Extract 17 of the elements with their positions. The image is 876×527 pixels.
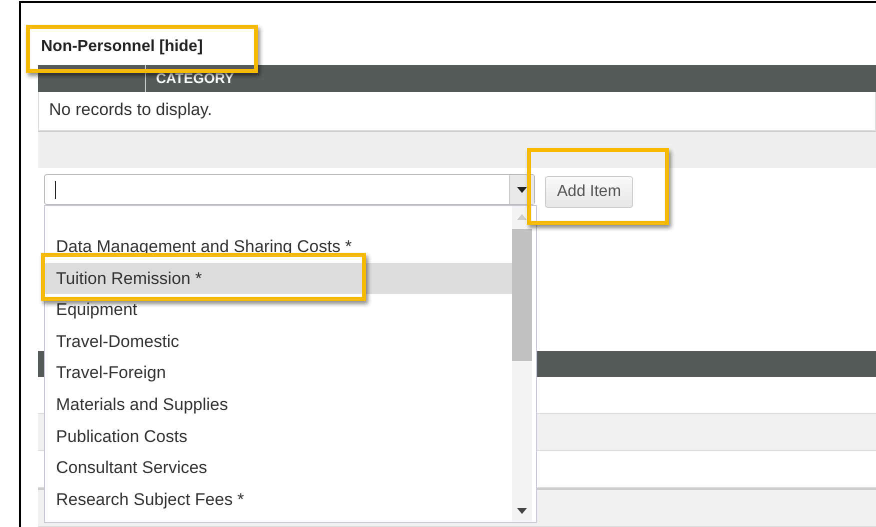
dropdown-option[interactable]: Consultant Services: [45, 452, 512, 484]
dropdown-option[interactable]: Research Subject Fees *: [45, 484, 512, 516]
dropdown-option[interactable]: Publication Costs: [45, 420, 512, 452]
scrollbar[interactable]: [512, 206, 532, 522]
dropdown-option[interactable]: Tuition Remission *: [45, 262, 512, 294]
empty-message: No records to display.: [49, 100, 212, 119]
text-cursor: [55, 181, 56, 199]
dropdown-option[interactable]: Materials and Supplies: [45, 388, 512, 421]
section-title[interactable]: Non-Personnel [hide]: [41, 38, 203, 55]
dropdown-option[interactable]: Travel-Domestic: [45, 326, 512, 358]
scroll-down-icon[interactable]: [517, 508, 527, 514]
dropdown-option[interactable]: Data Management and Sharing Costs *: [45, 231, 512, 263]
scrollbar-thumb[interactable]: [512, 229, 532, 361]
dropdown-option[interactable]: Travel-Foreign: [45, 357, 512, 389]
column-header[interactable]: CATEGORY: [146, 65, 234, 92]
dropdown-option[interactable]: Equipment: [45, 294, 512, 326]
add-item-button[interactable]: Add Item: [545, 176, 634, 208]
